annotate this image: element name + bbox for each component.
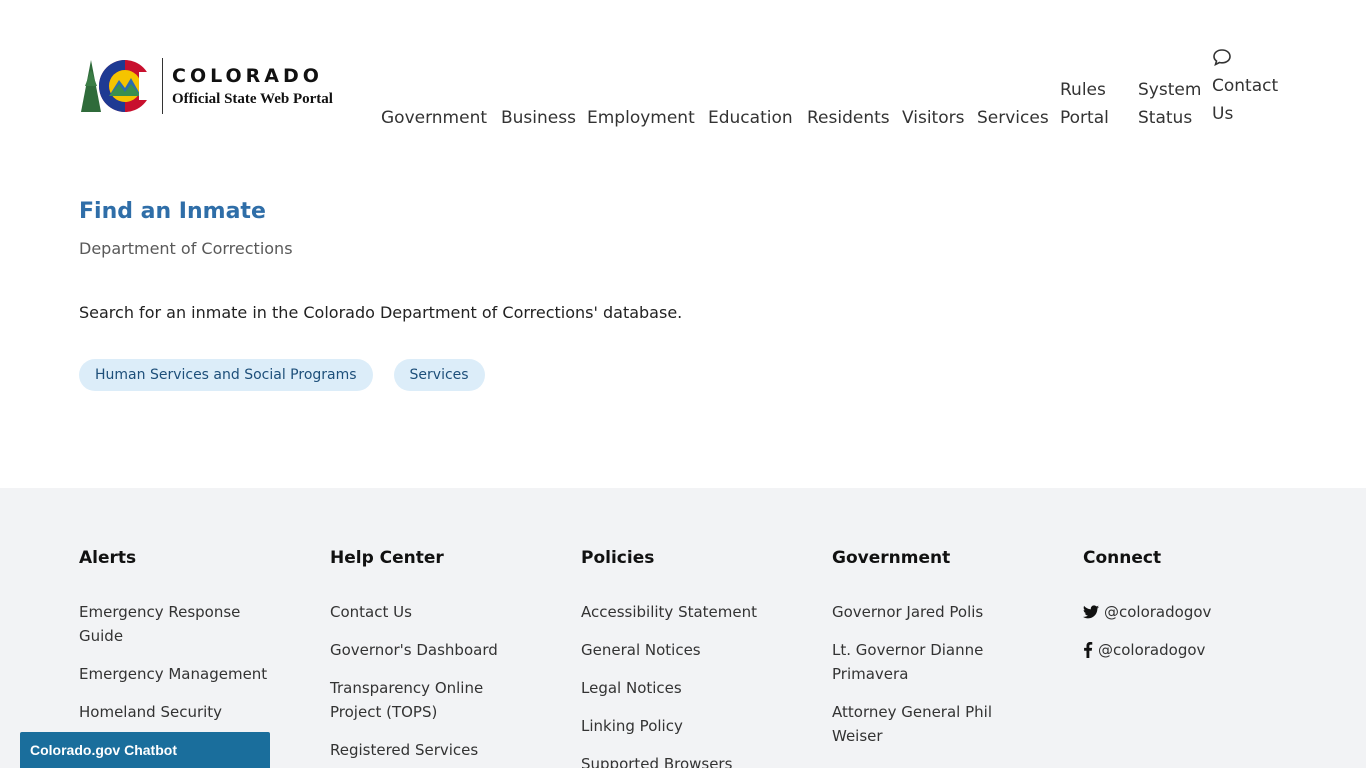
chatbot-button[interactable]: Colorado.gov Chatbot xyxy=(20,732,270,768)
footer-link[interactable]: Supported Browsers xyxy=(581,752,781,768)
footer-link[interactable]: Emergency Response Guide xyxy=(79,600,259,648)
site-footer: Alerts Emergency Response Guide Emergenc… xyxy=(0,488,1366,768)
main-content: Find an Inmate Department of Corrections… xyxy=(79,196,1289,391)
nav-education[interactable]: Education xyxy=(708,104,793,132)
speech-bubble-icon[interactable] xyxy=(1212,48,1232,66)
footer-heading: Government xyxy=(832,548,951,568)
nav-visitors[interactable]: Visitors xyxy=(902,104,964,132)
logo-text: COLORADO Official State Web Portal xyxy=(172,65,333,108)
nav-system-status[interactable]: System Status xyxy=(1138,76,1202,132)
twitter-link[interactable]: @coloradogov xyxy=(1083,600,1283,624)
site-header: COLORADO Official State Web Portal Gover… xyxy=(0,0,1366,160)
footer-link[interactable]: Homeland Security xyxy=(79,700,279,724)
footer-col-connect: Connect @coloradogov @coloradogov xyxy=(1083,546,1283,676)
footer-link[interactable]: General Notices xyxy=(581,638,781,662)
footer-heading: Policies xyxy=(581,548,655,568)
nav-residents[interactable]: Residents xyxy=(807,104,890,132)
tag-human-services[interactable]: Human Services and Social Programs xyxy=(79,359,373,391)
facebook-link[interactable]: @coloradogov xyxy=(1083,638,1283,662)
logo-subtitle: Official State Web Portal xyxy=(172,90,333,107)
footer-link[interactable]: Legal Notices xyxy=(581,676,781,700)
nav-government[interactable]: Government xyxy=(381,104,487,132)
page-title: Find an Inmate xyxy=(79,199,266,224)
logo-divider xyxy=(162,58,163,114)
footer-link[interactable]: Governor's Dashboard xyxy=(330,638,530,662)
nav-contact-us[interactable]: Contact Us xyxy=(1212,72,1282,128)
footer-link[interactable]: Contact Us xyxy=(330,600,530,624)
facebook-icon xyxy=(1084,642,1093,658)
footer-col-help-center: Help Center Contact Us Governor's Dashbo… xyxy=(330,546,530,768)
footer-heading: Connect xyxy=(1083,548,1162,568)
nav-employment[interactable]: Employment xyxy=(587,104,695,132)
footer-col-alerts: Alerts Emergency Response Guide Emergenc… xyxy=(79,546,279,738)
footer-link[interactable]: Accessibility Statement xyxy=(581,600,781,624)
twitter-handle: @coloradogov xyxy=(1104,603,1212,621)
footer-link[interactable]: Linking Policy xyxy=(581,714,781,738)
nav-services[interactable]: Services xyxy=(977,104,1049,132)
page-subtitle: Department of Corrections xyxy=(79,239,293,258)
footer-link[interactable]: Attorney General Phil Weiser xyxy=(832,700,1002,748)
colorado-logo-icon xyxy=(81,60,154,112)
footer-col-policies: Policies Accessibility Statement General… xyxy=(581,546,781,768)
footer-link[interactable]: Emergency Management xyxy=(79,662,279,686)
footer-col-government: Government Governor Jared Polis Lt. Gove… xyxy=(832,546,1032,762)
tag-services[interactable]: Services xyxy=(393,359,485,391)
colorado-logo[interactable]: COLORADO Official State Web Portal xyxy=(79,56,333,116)
footer-link[interactable]: Registered Services xyxy=(330,738,530,762)
footer-link[interactable]: Transparency Online Project (TOPS) xyxy=(330,676,510,724)
page-description: Search for an inmate in the Colorado Dep… xyxy=(79,303,683,322)
tag-list: Human Services and Social Programs Servi… xyxy=(79,359,1289,391)
footer-link[interactable]: Governor Jared Polis xyxy=(832,600,1032,624)
nav-business[interactable]: Business xyxy=(501,104,576,132)
logo-title: COLORADO xyxy=(172,64,323,87)
nav-rules-portal[interactable]: Rules Portal xyxy=(1060,76,1120,132)
footer-heading: Alerts xyxy=(79,548,137,568)
footer-heading: Help Center xyxy=(330,548,444,568)
footer-link[interactable]: Lt. Governor Dianne Primavera xyxy=(832,638,1002,686)
facebook-handle: @coloradogov xyxy=(1098,641,1206,659)
twitter-icon xyxy=(1083,605,1099,619)
